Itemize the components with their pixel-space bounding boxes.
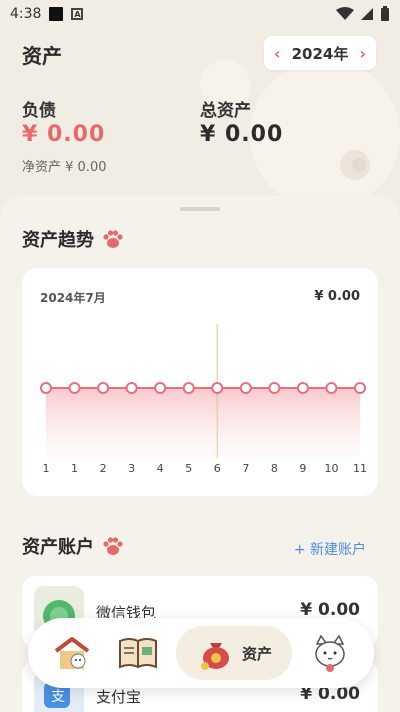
page-title: 资产 [22, 44, 62, 68]
data-point[interactable] [40, 382, 52, 394]
home-cat-icon [54, 637, 90, 669]
trend-section-header: 资产趋势 [22, 226, 124, 252]
account-amount: ¥ 0.00 [300, 600, 360, 620]
paw-icon [103, 230, 123, 248]
data-point[interactable] [97, 382, 110, 394]
x-tick-label: 7 [242, 462, 249, 475]
x-tick-label: 6 [214, 462, 221, 475]
accounts-title: 资产账户 [22, 537, 94, 558]
data-point[interactable] [154, 382, 167, 394]
notification-icon [49, 7, 64, 21]
data-point[interactable] [296, 382, 309, 394]
chart-month: 2024年7月 [40, 291, 106, 305]
money-bag-icon [200, 643, 229, 670]
x-tick-label: 2 [100, 462, 107, 475]
liabilities-value: ¥ 0.00 [22, 122, 106, 147]
x-tick-label: 9 [299, 462, 306, 475]
ledger-book-icon [119, 638, 157, 669]
x-tick-label: 8 [271, 462, 278, 475]
account-name: 支付宝 [96, 688, 142, 706]
total-assets-label: 总资产 [200, 101, 251, 121]
data-point[interactable] [325, 382, 338, 394]
tab-assets-label: 资产 [241, 644, 272, 663]
year-label: 2024年 [291, 44, 349, 63]
signal-icon [361, 8, 373, 20]
x-tick-label: 4 [157, 462, 164, 475]
new-account-button[interactable]: + 新建账户 [294, 539, 366, 559]
background-decoration [352, 158, 366, 172]
data-point[interactable] [268, 382, 281, 394]
trend-title: 资产趋势 [22, 230, 94, 251]
chevron-right-icon[interactable]: › [359, 44, 366, 63]
tab-home[interactable] [46, 626, 98, 680]
battery-icon [381, 6, 389, 21]
accounts-section-header: 资产账户 [22, 533, 124, 559]
paw-icon [103, 537, 123, 555]
data-point[interactable] [125, 382, 138, 394]
data-point[interactable] [354, 382, 366, 394]
svg-text:支: 支 [51, 689, 65, 705]
data-point[interactable] [239, 382, 252, 394]
x-tick-label: 10 [324, 462, 338, 475]
x-tick-label: 5 [185, 462, 192, 475]
bottom-tab-bar: 资产 [28, 618, 374, 688]
tab-assets[interactable]: 资产 [176, 626, 292, 680]
chevron-left-icon[interactable]: ‹ [274, 44, 281, 63]
data-point[interactable] [68, 382, 81, 394]
wifi-icon [336, 7, 354, 20]
chart-amount: ¥ 0.00 [314, 289, 360, 304]
x-tick-label: 11 [353, 462, 367, 475]
data-point[interactable] [182, 382, 195, 394]
x-tick-label: 3 [128, 462, 135, 475]
series-area [46, 388, 360, 458]
trend-chart[interactable]: 1 1 2 3 4 5 6 7 8 9 10 11 [22, 310, 378, 480]
status-time: 4:38 [10, 6, 42, 22]
app-notification-icon: A [71, 8, 84, 20]
x-tick-label: 1 [71, 462, 78, 475]
data-point[interactable] [211, 382, 224, 394]
net-assets: 净资产 ¥ 0.00 [22, 160, 107, 175]
tab-ledger[interactable] [112, 626, 164, 680]
total-assets-value: ¥ 0.00 [200, 122, 284, 147]
x-tick-label: 1 [43, 462, 50, 475]
tab-mine[interactable] [304, 626, 356, 680]
cat-mascot-icon [315, 634, 345, 672]
sheet-drag-handle[interactable] [180, 207, 220, 211]
year-selector[interactable]: ‹ 2024年 › [264, 36, 376, 70]
status-bar: 4:38 A [0, 0, 400, 28]
liabilities-label: 负债 [22, 101, 56, 121]
